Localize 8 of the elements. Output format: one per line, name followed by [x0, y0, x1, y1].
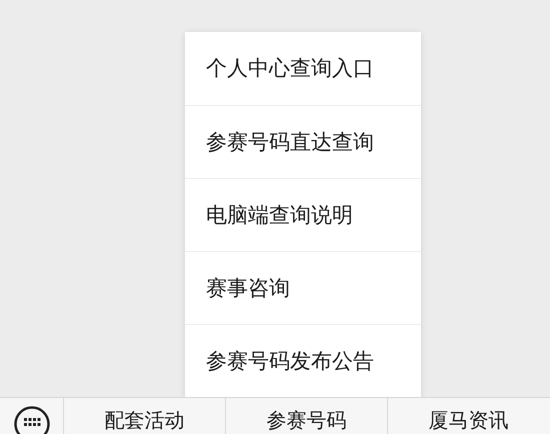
- menu-item[interactable]: 参赛号码直达查询: [185, 105, 421, 178]
- menu-tab[interactable]: 参赛号码: [266, 408, 346, 432]
- menu-tab[interactable]: 厦马资讯: [428, 408, 508, 432]
- keyboard-icon[interactable]: [14, 406, 50, 434]
- menu-item[interactable]: 电脑端查询说明: [185, 178, 421, 251]
- menu-item[interactable]: 个人中心查询入口: [185, 32, 421, 105]
- menu-item[interactable]: 赛事咨询: [185, 251, 421, 324]
- menu-tab[interactable]: 配套活动: [104, 408, 184, 432]
